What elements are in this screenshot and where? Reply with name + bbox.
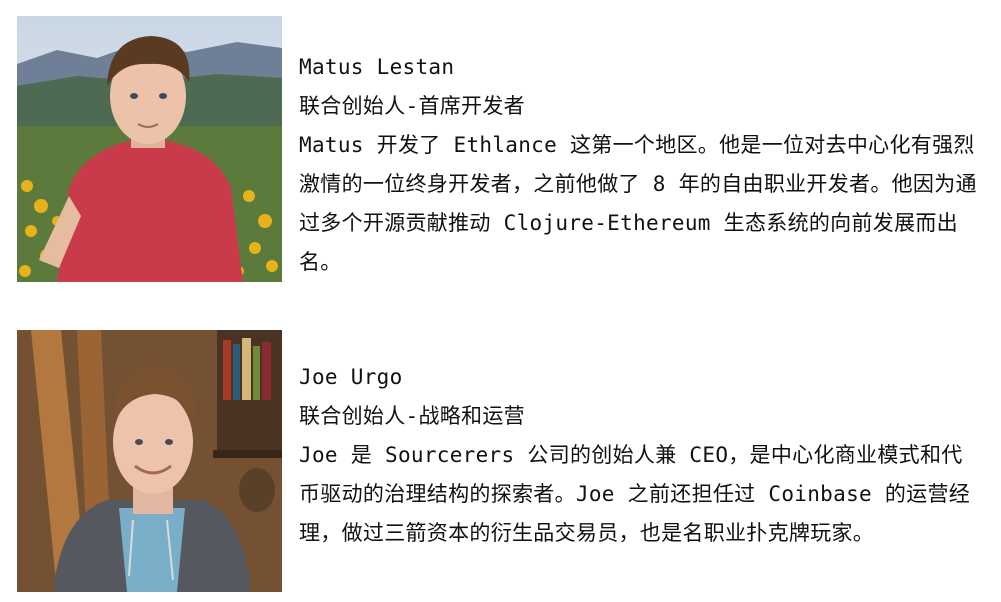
person-name: Joe Urgo	[299, 365, 403, 389]
profile-photo	[17, 16, 282, 282]
team-member-card: Matus Lestan 联合创始人-首席开发者 Matus 开发了 Ethla…	[0, 16, 1001, 282]
team-member-card: Joe Urgo 联合创始人-战略和运营 Joe 是 Sourcerers 公司…	[0, 330, 1001, 592]
person-bio: Matus 开发了 Ethlance 这第一个地区。他是一位对去中心化有强烈激情…	[299, 133, 977, 274]
profile-text: Joe Urgo 联合创始人-战略和运营 Joe 是 Sourcerers 公司…	[299, 358, 979, 553]
person-bio: Joe 是 Sourcerers 公司的创始人兼 CEO，是中心化商业模式和代币…	[299, 443, 971, 545]
person-role: 联合创始人-战略和运营	[299, 404, 525, 428]
photo-image	[17, 330, 282, 592]
profile-text: Matus Lestan 联合创始人-首席开发者 Matus 开发了 Ethla…	[299, 48, 979, 282]
person-name: Matus Lestan	[299, 55, 455, 79]
photo-image	[17, 16, 282, 282]
profile-photo	[17, 330, 282, 592]
person-role: 联合创始人-首席开发者	[299, 94, 525, 118]
